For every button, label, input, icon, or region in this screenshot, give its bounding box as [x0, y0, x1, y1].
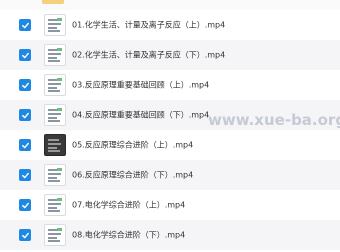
video-thumbnail-icon	[44, 134, 66, 156]
file-row[interactable]: 01.化学生活、计量及离子反应（上）.mp4	[0, 10, 340, 40]
file-row[interactable]: 04.反应原理重要基础回顾（下）.mp4	[0, 100, 340, 130]
checkbox-checked-icon[interactable]	[19, 199, 31, 211]
file-name[interactable]: 05.反应原理综合进阶（上）.mp4	[72, 140, 193, 151]
video-thumbnail-icon	[44, 74, 66, 96]
folder-icon	[42, 0, 64, 4]
file-name[interactable]: 03.反应原理重要基础回顾（上）.mp4	[72, 80, 209, 91]
video-thumbnail-icon	[44, 164, 66, 186]
file-row[interactable]: 02.化学生活、计量及离子反应（下）.mp4	[0, 40, 340, 70]
file-name[interactable]: 04.反应原理重要基础回顾（下）.mp4	[72, 110, 209, 121]
checkbox-checked-icon[interactable]	[19, 79, 31, 91]
checkbox-checked-icon[interactable]	[19, 139, 31, 151]
video-thumbnail-icon	[44, 104, 66, 126]
file-name[interactable]: 06.反应原理综合进阶（下）.mp4	[72, 170, 193, 181]
file-rows: 01.化学生活、计量及离子反应（上）.mp4 02.化学生活、计量及离子反应（下）…	[0, 10, 340, 250]
checkbox-checked-icon[interactable]	[19, 229, 31, 241]
checkbox-checked-icon[interactable]	[19, 109, 31, 121]
file-row[interactable]: 03.反应原理重要基础回顾（上）.mp4	[0, 70, 340, 100]
file-list: 01.化学生活、计量及离子反应（上）.mp4 02.化学生活、计量及离子反应（下）…	[0, 0, 340, 252]
file-row[interactable]: 06.反应原理综合进阶（下）.mp4	[0, 160, 340, 190]
file-row[interactable]: 05.反应原理综合进阶（上）.mp4	[0, 130, 340, 160]
video-thumbnail-icon	[44, 44, 66, 66]
video-thumbnail-icon	[44, 14, 66, 36]
checkbox-checked-icon[interactable]	[19, 49, 31, 61]
file-name[interactable]: 07.电化学综合进阶（上）.mp4	[72, 200, 185, 211]
file-name[interactable]: 02.化学生活、计量及离子反应（下）.mp4	[72, 50, 225, 61]
file-row[interactable]: 08.电化学综合进阶（下）.mp4	[0, 220, 340, 250]
video-thumbnail-icon	[44, 224, 66, 246]
file-name[interactable]: 01.化学生活、计量及离子反应（上）.mp4	[72, 20, 225, 31]
file-row[interactable]: 07.电化学综合进阶（上）.mp4	[0, 190, 340, 220]
video-thumbnail-icon	[44, 194, 66, 216]
previous-row-partial	[0, 0, 340, 10]
file-name[interactable]: 08.电化学综合进阶（下）.mp4	[72, 230, 185, 241]
checkbox-checked-icon[interactable]	[19, 169, 31, 181]
checkbox-checked-icon[interactable]	[19, 19, 31, 31]
